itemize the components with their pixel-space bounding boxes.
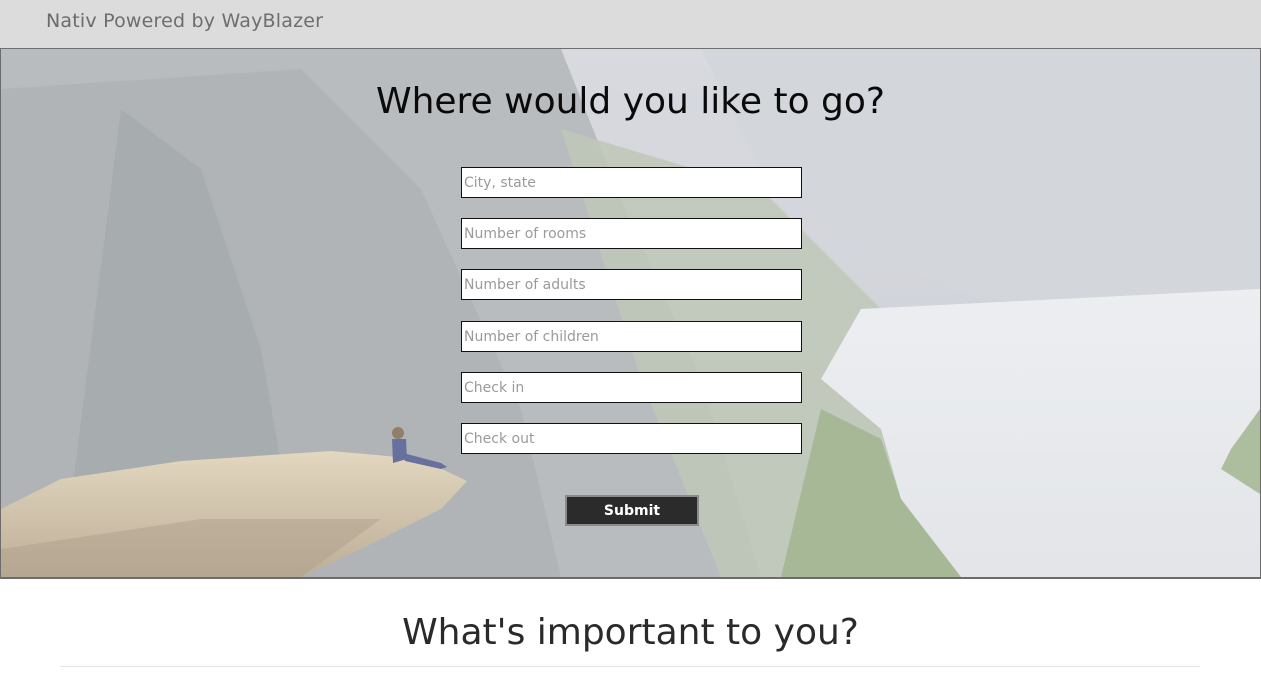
check-in-input[interactable] — [461, 372, 802, 403]
brand-tagline: Powered by WayBlazer — [103, 10, 324, 32]
brand-logo[interactable]: Nativ Powered by WayBlazer — [46, 10, 323, 32]
rooms-input[interactable] — [461, 218, 802, 249]
adults-input[interactable] — [461, 269, 802, 300]
top-navbar: Nativ Powered by WayBlazer — [0, 0, 1261, 49]
preferences-title: What's important to you? — [402, 612, 859, 653]
check-out-input[interactable] — [461, 423, 802, 454]
section-divider — [60, 666, 1200, 667]
brand-name: Nativ — [46, 10, 97, 32]
children-input[interactable] — [461, 321, 802, 352]
city-state-input[interactable] — [461, 167, 802, 198]
hero-title: Where would you like to go? — [375, 81, 886, 122]
hero-section: Where would you like to go? Submit — [0, 49, 1261, 579]
submit-button[interactable]: Submit — [565, 495, 699, 526]
